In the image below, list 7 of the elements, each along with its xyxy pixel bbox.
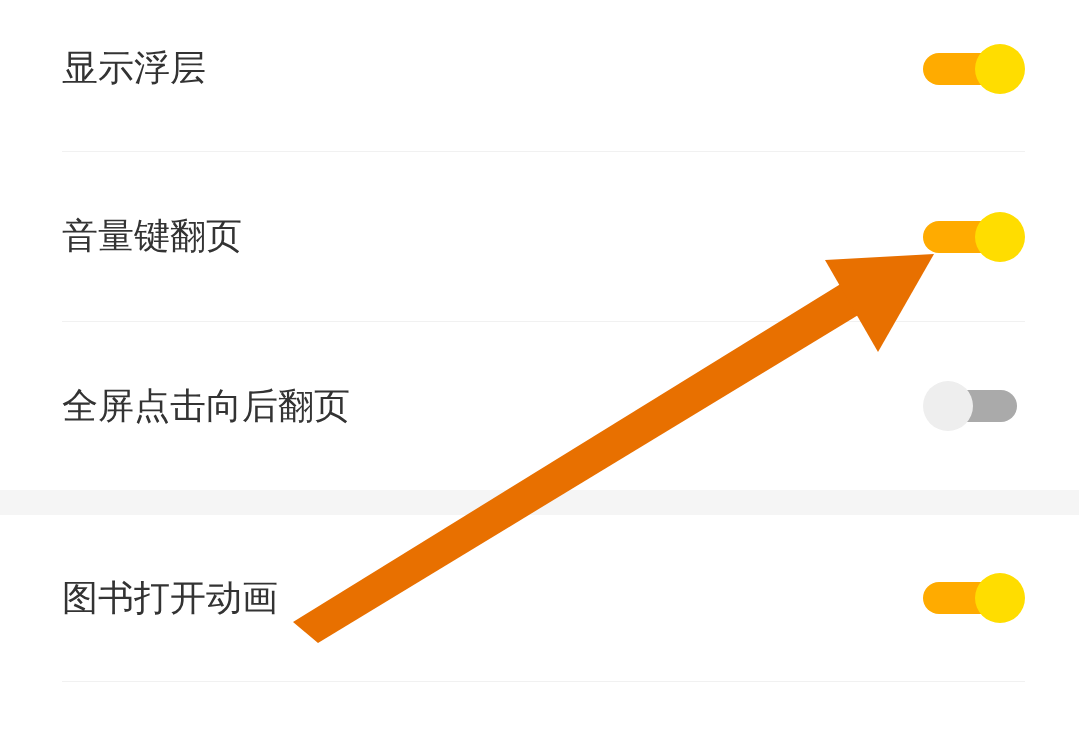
setting-label: 显示浮层	[62, 46, 206, 90]
setting-label: 音量键翻页	[62, 214, 242, 258]
toggle-switch[interactable]	[923, 211, 1025, 262]
toggle-switch[interactable]	[923, 43, 1025, 94]
setting-label: 全屏点击向后翻页	[62, 383, 350, 428]
toggle-switch[interactable]	[923, 573, 1025, 623]
setting-label: 图书打开动画	[62, 575, 278, 620]
